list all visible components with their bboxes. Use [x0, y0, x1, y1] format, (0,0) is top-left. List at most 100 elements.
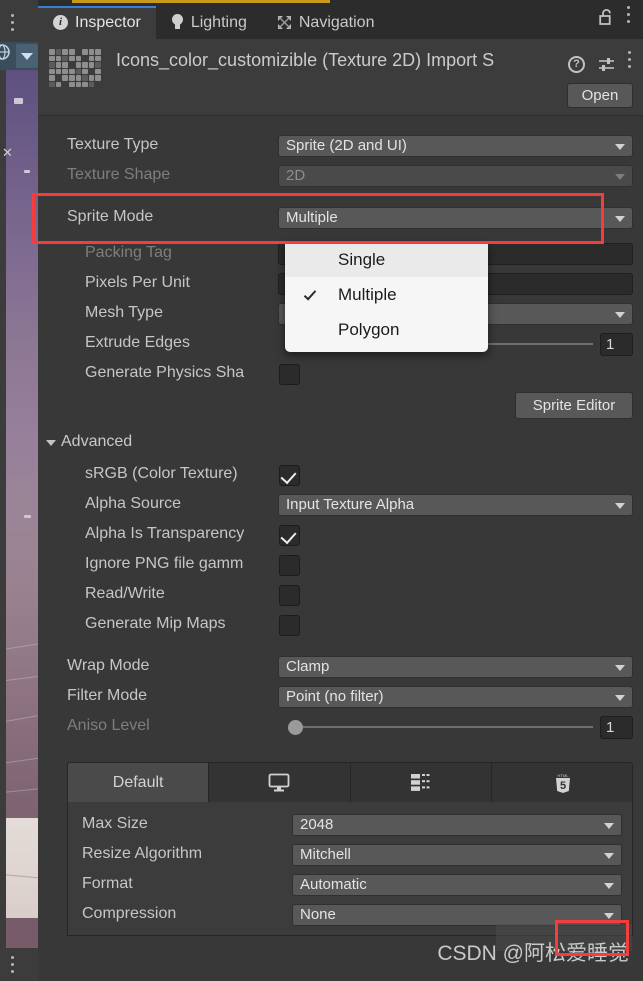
alpha-source-dropdown[interactable]: Input Texture Alpha	[278, 494, 633, 516]
aniso-level-slider-track[interactable]	[288, 726, 593, 728]
inspector-panel: i Inspector Lighting Navigation Icons_co…	[38, 4, 643, 981]
scene-bottom-menu-icon[interactable]	[11, 956, 15, 977]
row-alpha-source: Alpha Source Input Texture Alpha	[38, 491, 643, 521]
chevron-down-icon	[615, 174, 625, 180]
mesh-type-label: Mesh Type	[85, 304, 163, 321]
kebab-menu-icon[interactable]	[627, 6, 631, 32]
globe-icon[interactable]	[0, 43, 14, 69]
row-ignore-png-gamma: Ignore PNG file gamm	[38, 551, 643, 581]
kebab-menu-icon[interactable]	[628, 51, 632, 77]
sprite-mode-label: Sprite Mode	[67, 208, 154, 225]
aniso-level-slider-knob[interactable]	[288, 720, 303, 735]
scene-ground-plane	[6, 818, 38, 918]
scene-panel-menu-icon[interactable]	[11, 14, 27, 36]
resize-algorithm-dropdown[interactable]: Mitchell	[292, 844, 622, 866]
row-srgb: sRGB (Color Texture)	[38, 461, 643, 491]
scene-toolbar[interactable]	[0, 42, 38, 70]
generate-mip-maps-checkbox[interactable]	[279, 615, 300, 636]
row-generate-mip-maps: Generate Mip Maps	[38, 611, 643, 641]
filter-mode-dropdown[interactable]: Point (no filter)	[278, 686, 633, 708]
advanced-foldout[interactable]: Advanced	[38, 431, 643, 457]
extrude-edges-value[interactable]: 1	[600, 333, 633, 356]
generate-physics-shape-checkbox[interactable]	[279, 364, 300, 385]
ignore-png-gamma-label: Ignore PNG file gamm	[85, 555, 244, 572]
extrude-edges-label: Extrude Edges	[85, 334, 190, 351]
triangle-down-icon	[46, 440, 56, 446]
chevron-down-icon	[615, 216, 625, 222]
compression-dropdown[interactable]: None	[292, 904, 622, 926]
svg-text:5: 5	[560, 780, 566, 792]
aniso-level-value[interactable]: 1	[600, 716, 633, 739]
texture-type-dropdown[interactable]: Sprite (2D and UI)	[278, 135, 633, 157]
alpha-is-transparency-label: Alpha Is Transparency	[85, 525, 245, 542]
padlock-open-icon[interactable]	[599, 8, 614, 31]
chevron-down-icon	[615, 312, 625, 318]
format-label: Format	[82, 875, 133, 892]
row-filter-mode: Filter Mode Point (no filter)	[38, 683, 643, 713]
row-aniso-level: Aniso Level 1	[38, 713, 643, 743]
preset-settings-icon[interactable]	[598, 56, 615, 73]
tab-navigation-label: Navigation	[298, 13, 375, 31]
row-alpha-is-transparency: Alpha Is Transparency	[38, 521, 643, 551]
platform-tab-webgl[interactable]: HTML 5	[491, 763, 632, 802]
scene-view-render[interactable]	[6, 70, 38, 948]
dropdown-option-polygon[interactable]: Polygon	[285, 312, 488, 347]
compression-value: None	[300, 906, 336, 923]
asset-header: Icons_color_customizible (Texture 2D) Im…	[38, 39, 643, 116]
monitor-icon	[268, 773, 290, 792]
packing-tag-label: Packing Tag	[85, 244, 172, 261]
format-dropdown[interactable]: Automatic	[292, 874, 622, 896]
chevron-down-icon	[604, 913, 614, 919]
alpha-source-value: Input Texture Alpha	[286, 496, 415, 513]
html5-icon: HTML 5	[553, 772, 571, 793]
dropdown-option-multiple-label: Multiple	[338, 284, 397, 304]
tab-navigation[interactable]: Navigation	[262, 6, 390, 39]
sprite-mode-value: Multiple	[286, 209, 338, 226]
wrap-mode-value: Clamp	[286, 658, 330, 675]
chevron-down-icon	[615, 144, 625, 150]
alpha-is-transparency-checkbox[interactable]	[279, 525, 300, 546]
scene-toolbar-dropdown[interactable]	[16, 44, 38, 68]
chevron-down-icon	[604, 853, 614, 859]
sprite-editor-button[interactable]: Sprite Editor	[515, 392, 633, 419]
max-size-label: Max Size	[82, 815, 148, 832]
ignore-png-gamma-checkbox[interactable]	[279, 555, 300, 576]
chevron-down-icon	[604, 883, 614, 889]
generate-physics-shape-label: Generate Physics Sha	[85, 364, 245, 381]
platform-tab-default[interactable]: Default	[68, 763, 210, 802]
texture-type-value: Sprite (2D and UI)	[286, 137, 407, 154]
platform-tabs: Default HTML 5	[67, 762, 633, 802]
row-format: Format Automatic	[68, 871, 634, 901]
navigation-icon	[277, 15, 292, 30]
texture-type-label: Texture Type	[67, 136, 159, 153]
android-icon	[410, 773, 432, 792]
max-size-dropdown[interactable]: 2048	[292, 814, 622, 836]
texture-shape-label: Texture Shape	[67, 166, 171, 183]
scene-view-strip: ✕	[0, 0, 38, 981]
dropdown-option-single[interactable]: Single	[285, 242, 488, 277]
asset-title: Icons_color_customizible (Texture 2D) Im…	[116, 50, 495, 70]
platform-tab-android[interactable]	[350, 763, 492, 802]
texture-shape-value: 2D	[286, 167, 306, 184]
watermark: CSDN @阿松爱睡觉	[437, 942, 629, 965]
row-sprite-mode: Sprite Mode Multiple	[38, 204, 643, 234]
sprite-mode-dropdown-popup[interactable]: Single Multiple Polygon	[285, 242, 488, 352]
max-size-value: 2048	[300, 816, 334, 833]
sprite-mode-dropdown[interactable]: Multiple	[278, 207, 633, 229]
read-write-checkbox[interactable]	[279, 585, 300, 606]
srgb-checkbox[interactable]	[279, 465, 300, 486]
dropdown-option-multiple[interactable]: Multiple	[285, 277, 488, 312]
compression-label: Compression	[82, 905, 177, 922]
resize-algorithm-label: Resize Algorithm	[82, 845, 203, 862]
filter-mode-label: Filter Mode	[67, 687, 148, 704]
row-read-write: Read/Write	[38, 581, 643, 611]
row-resize-algorithm: Resize Algorithm Mitchell	[68, 841, 634, 871]
tab-inspector[interactable]: i Inspector	[38, 6, 156, 39]
help-icon[interactable]: ?	[568, 55, 585, 73]
platform-tab-standalone[interactable]	[209, 763, 351, 802]
open-button[interactable]: Open	[567, 83, 633, 108]
close-icon[interactable]: ✕	[2, 146, 13, 159]
wrap-mode-dropdown[interactable]: Clamp	[278, 656, 633, 678]
tab-lighting[interactable]: Lighting	[156, 6, 262, 39]
inspector-tabbar: i Inspector Lighting Navigation	[38, 4, 643, 39]
